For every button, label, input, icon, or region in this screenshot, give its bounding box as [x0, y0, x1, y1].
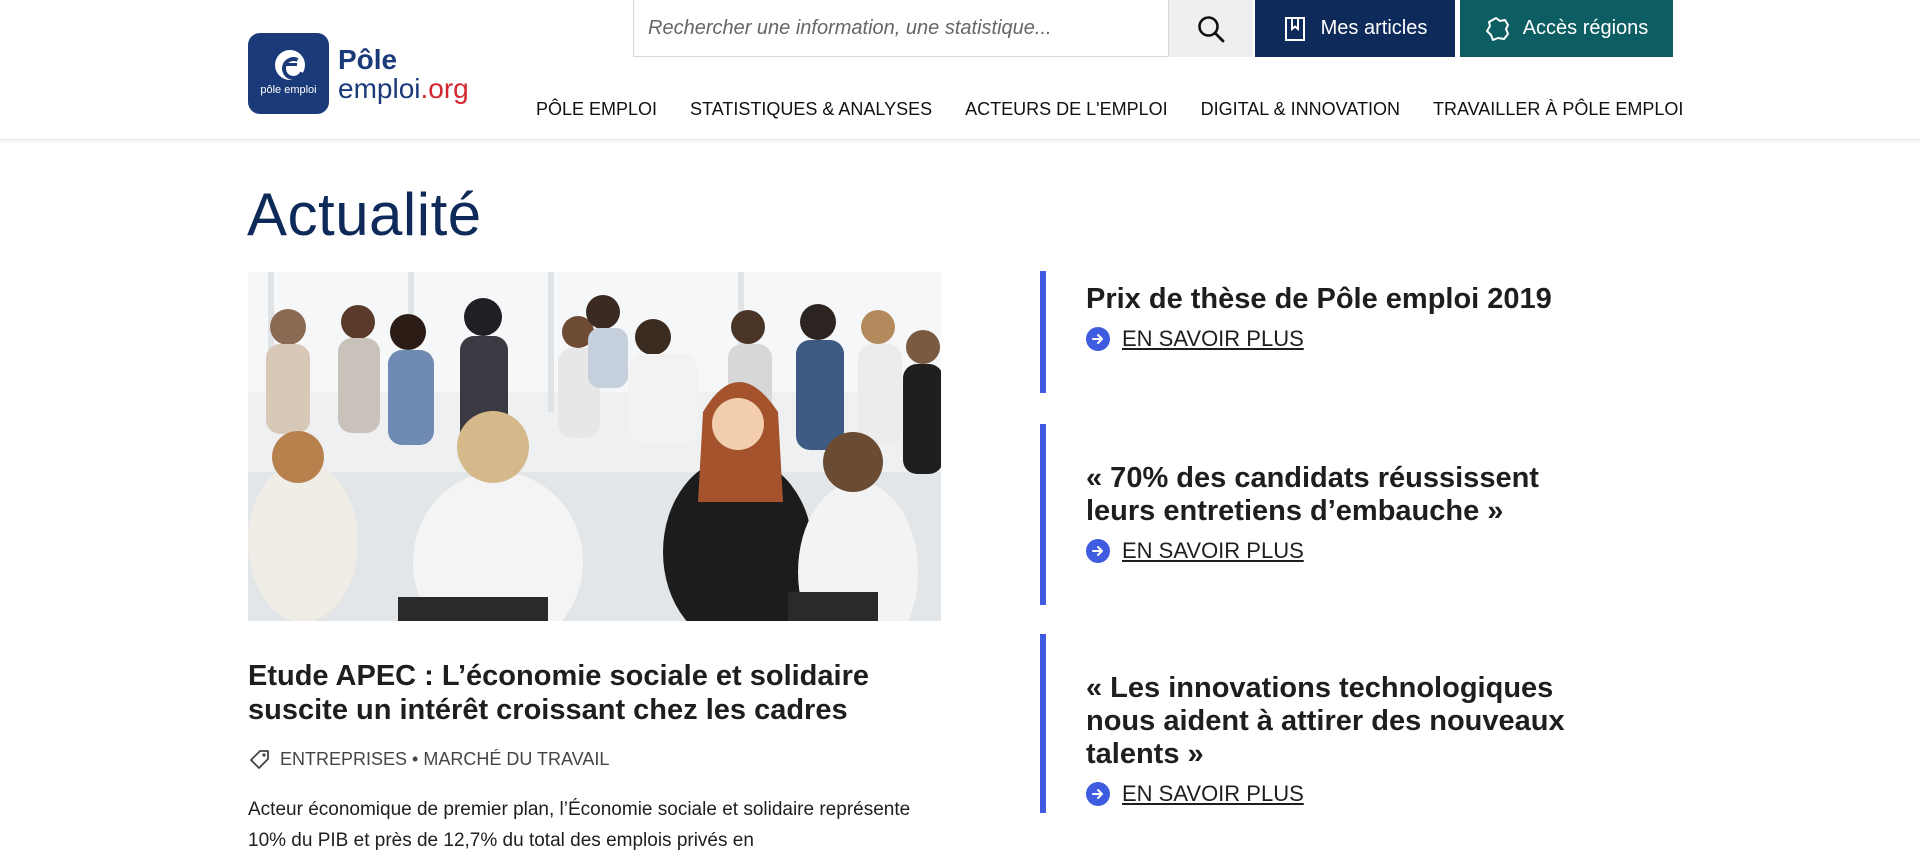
news-card: « 70% des candidats réussissent leurs en…: [1040, 424, 1600, 605]
logo-line1: Pôle: [338, 43, 398, 75]
nav-item-statistiques[interactable]: STATISTIQUES & ANALYSES: [690, 99, 932, 120]
hero-photo[interactable]: [248, 272, 941, 621]
read-more-link[interactable]: EN SAVOIR PLUS: [1086, 538, 1600, 564]
tag-icon: [250, 750, 269, 769]
group-discussion-photo: [248, 272, 941, 621]
search-bar: [633, 0, 1253, 57]
nav-item-digital[interactable]: DIGITAL & INNOVATION: [1201, 99, 1400, 120]
search-icon: [1198, 15, 1225, 42]
news-card: Prix de thèse de Pôle emploi 2019 EN SAV…: [1040, 271, 1600, 393]
read-more-link[interactable]: EN SAVOIR PLUS: [1086, 781, 1600, 807]
regions-access-button[interactable]: Accès régions: [1460, 0, 1673, 57]
logo-e-icon: [275, 50, 305, 80]
logo-wordmark: Pôle emploi.org: [338, 45, 469, 103]
news-card-title[interactable]: « 70% des candidats réussissent leurs en…: [1086, 462, 1600, 528]
pole-emploi-logo[interactable]: pôle emploi Pôle emploi.org: [248, 33, 469, 114]
news-card-title[interactable]: « Les innovations technologiques nous ai…: [1086, 672, 1600, 771]
hero-article-title[interactable]: Etude APEC : L’économie sociale et solid…: [248, 659, 948, 727]
nav-item-pole-emploi[interactable]: PÔLE EMPLOI: [536, 99, 657, 120]
news-card: « Les innovations technologiques nous ai…: [1040, 634, 1600, 813]
search-button[interactable]: [1169, 0, 1253, 57]
page-title: Actualité: [247, 181, 482, 248]
arrow-right-icon: [1086, 539, 1110, 563]
site-header: pôle emploi Pôle emploi.org Mes articles…: [0, 0, 1920, 140]
nav-item-acteurs[interactable]: ACTEURS DE L'EMPLOI: [965, 99, 1167, 120]
hero-article-excerpt: Acteur économique de premier plan, l’Éco…: [248, 799, 911, 851]
logo-badge: pôle emploi: [248, 33, 329, 114]
read-more-label: EN SAVOIR PLUS: [1122, 538, 1304, 563]
main-nav: PÔLE EMPLOI STATISTIQUES & ANALYSES ACTE…: [536, 99, 1683, 120]
arrow-right-icon: [1086, 782, 1110, 806]
search-input[interactable]: [633, 0, 1169, 57]
my-articles-label: Mes articles: [1320, 17, 1428, 39]
arrow-right-icon: [1086, 327, 1110, 351]
read-more-label: EN SAVOIR PLUS: [1122, 326, 1304, 351]
my-articles-button[interactable]: Mes articles: [1255, 0, 1455, 57]
france-map-icon: [1485, 16, 1509, 41]
regions-access-label: Accès régions: [1522, 17, 1649, 39]
logo-line2-main: emploi: [338, 72, 421, 104]
hero-article-tags: ENTREPRISES • MARCHÉ DU TRAVAIL: [248, 747, 609, 771]
bookmark-icon: [1284, 16, 1305, 41]
read-more-link[interactable]: EN SAVOIR PLUS: [1086, 326, 1600, 352]
news-card-title[interactable]: Prix de thèse de Pôle emploi 2019: [1086, 283, 1600, 316]
hero-article-tags-text[interactable]: ENTREPRISES • MARCHÉ DU TRAVAIL: [280, 749, 609, 770]
logo-line2: emploi.org: [338, 74, 469, 103]
read-more-label: EN SAVOIR PLUS: [1122, 781, 1304, 806]
nav-item-travailler[interactable]: TRAVAILLER À PÔLE EMPLOI: [1433, 99, 1683, 120]
logo-line2-suffix: .org: [420, 72, 469, 104]
logo-badge-text: pôle emploi: [260, 84, 317, 96]
